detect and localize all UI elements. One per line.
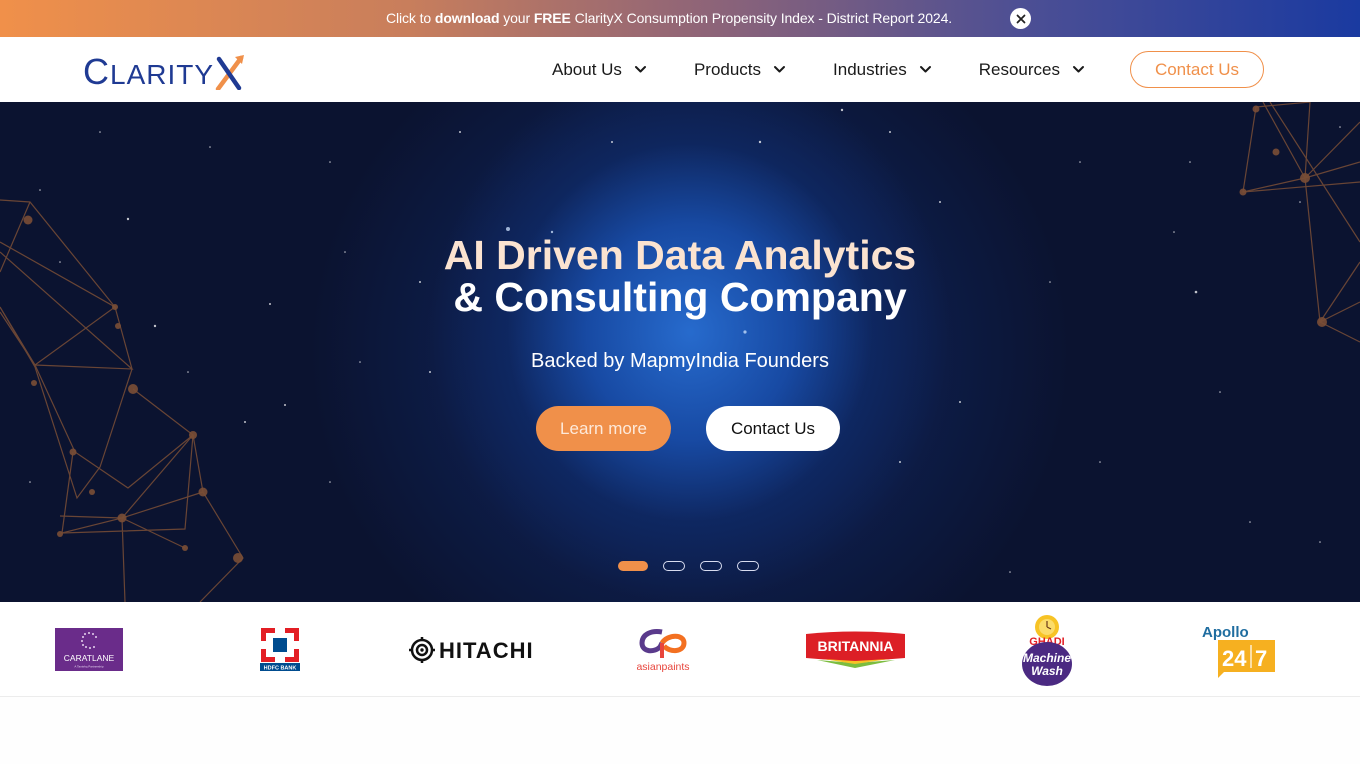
site-header: CLARITY About Us Products Industries Res…: [0, 37, 1360, 102]
nav-label: About Us: [552, 59, 622, 79]
apollo-247-logo: Apollo 24 7: [1202, 624, 1275, 678]
nav-label: Industries: [833, 59, 907, 79]
hero-title-line2: & Consulting Company: [453, 274, 907, 320]
nav-label: Resources: [978, 59, 1060, 79]
hero-contact-us-button[interactable]: Contact Us: [706, 406, 840, 451]
logo-x-arrow-icon: [215, 55, 245, 90]
nav-industries[interactable]: Industries: [833, 60, 932, 80]
hdfc-text: HDFC BANK: [264, 666, 297, 672]
wash-text: Wash: [1031, 664, 1063, 678]
carousel-pagination: [618, 561, 774, 571]
asianpaints-logo: asianpaints: [636, 629, 690, 673]
carousel-dot-1[interactable]: [618, 561, 648, 571]
main-nav: About Us Products Industries Resources: [552, 37, 1132, 102]
client-logo-apollo: Apollo 24 7: [1200, 622, 1278, 678]
client-logo-ghadi: GHADI Machine Wash: [1012, 612, 1082, 688]
hero-title: AI Driven Data Analytics & Consulting Co…: [0, 234, 1360, 318]
apollo-text: Apollo: [1202, 624, 1249, 641]
client-logo-asianpaints: asianpaints: [632, 626, 694, 674]
close-announcement-button[interactable]: [1010, 8, 1031, 29]
page-body-continuation: [0, 697, 1360, 764]
caratlane-logo: CARATLANE A Tanishq Partnership: [55, 628, 123, 671]
britannia-text: BRITANNIA: [818, 638, 894, 654]
announcement-bar[interactable]: Click to download your FREE ClarityX Con…: [0, 0, 1360, 37]
client-logo-caratlane: CARATLANE A Tanishq Partnership: [55, 628, 123, 671]
hero-subtitle: Backed by MapmyIndia Founders: [531, 350, 829, 372]
hero-banner: AI Driven Data Analytics & Consulting Co…: [0, 102, 1360, 602]
nav-resources[interactable]: Resources: [979, 60, 1085, 80]
nav-about-us[interactable]: About Us: [552, 60, 647, 80]
clarityx-logo[interactable]: CLARITY: [83, 50, 245, 90]
hdfc-logo: HDFC BANK: [260, 628, 300, 672]
apollo-24-text: 24: [1222, 646, 1247, 671]
client-logos-strip: CARATLANE A Tanishq Partnership HDFC BAN…: [0, 602, 1360, 697]
nav-products[interactable]: Products: [694, 60, 786, 80]
close-icon: [1016, 14, 1025, 23]
chevron-down-icon: [774, 66, 786, 73]
logo-wordmark: CLARITY: [83, 54, 214, 90]
header-contact-us-button[interactable]: Contact Us: [1130, 51, 1264, 88]
chevron-down-icon: [919, 66, 931, 73]
carousel-dot-2[interactable]: [663, 561, 685, 571]
caratlane-text: CARATLANE: [64, 653, 115, 663]
carousel-dot-4[interactable]: [737, 561, 759, 571]
logo-letters: LARITY: [110, 59, 215, 90]
apollo-7-text: 7: [1255, 646, 1267, 671]
asianpaints-text: asianpaints: [636, 661, 689, 673]
hitachi-logo: HITACHI: [409, 637, 534, 663]
britannia-logo: BRITANNIA: [806, 631, 905, 668]
client-logo-hdfc: HDFC BANK: [260, 628, 300, 672]
machine-text: Machine: [1023, 651, 1071, 665]
announcement-middle: your: [499, 10, 534, 26]
caratlane-tagline: A Tanishq Partnership: [74, 665, 103, 669]
client-logo-britannia: BRITANNIA: [803, 630, 908, 670]
client-logo-hitachi: HITACHI: [409, 636, 537, 664]
learn-more-button[interactable]: Learn more: [536, 406, 671, 451]
chevron-down-icon: [634, 66, 646, 73]
logo-letter-c: C: [83, 51, 110, 92]
stars: [29, 108, 1341, 573]
carousel-dot-3[interactable]: [700, 561, 722, 571]
announcement-link[interactable]: Click to download your FREE ClarityX Con…: [386, 10, 952, 26]
nav-label: Products: [693, 59, 762, 79]
announcement-prefix: Click to: [386, 10, 435, 26]
chevron-down-icon: [1073, 66, 1084, 73]
announcement-download: download: [434, 10, 500, 26]
announcement-suffix: ClarityX Consumption Propensity Index - …: [570, 10, 953, 26]
announcement-free: FREE: [533, 10, 571, 26]
hitachi-text: HITACHI: [439, 638, 534, 663]
hero-title-line1: AI Driven Data Analytics: [443, 232, 917, 278]
ghadi-machine-wash-logo: GHADI Machine Wash: [1022, 615, 1072, 686]
